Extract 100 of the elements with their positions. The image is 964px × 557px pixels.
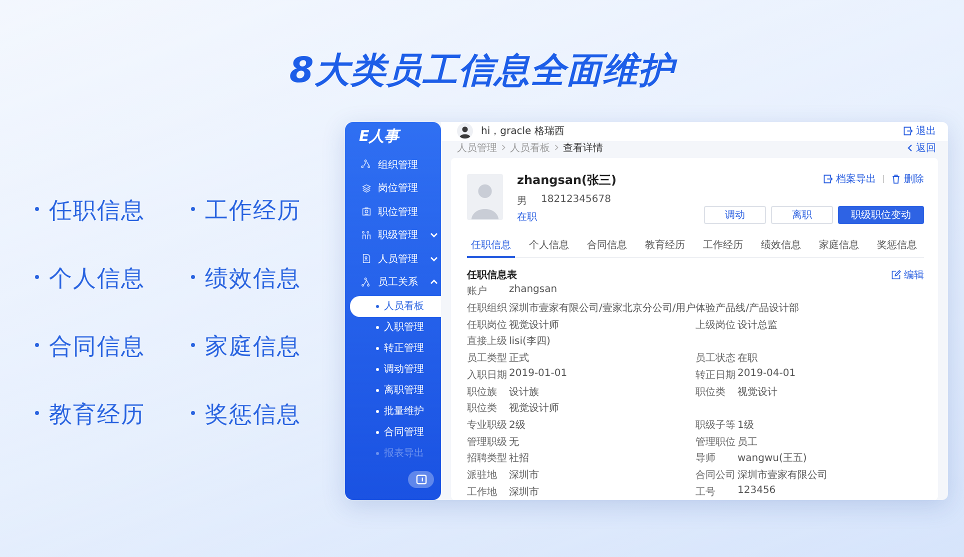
feature-item: 教育经历 [30, 398, 186, 432]
submenu-item[interactable]: 人员看板 [350, 296, 441, 317]
photo-placeholder [467, 174, 503, 220]
field-value: 2级 [509, 418, 526, 432]
action-button[interactable]: 调动 [704, 206, 766, 224]
tab[interactable]: 工作经历 [699, 236, 747, 258]
sidebar-item[interactable]: 岗位管理 [345, 176, 441, 200]
field-value: zhangsan [509, 284, 558, 298]
collapse-icon [416, 474, 426, 485]
field-value: 深圳市壹家有限公司/壹家北京分公司/用户体验产品线/产品设计部 [509, 302, 800, 316]
phone-text: 18212345678 [541, 194, 611, 208]
field-label: 员工状态 [696, 352, 736, 366]
back-icon [907, 144, 913, 152]
menu-icon [361, 159, 372, 170]
collapse-button[interactable] [408, 471, 434, 488]
field-label: 员工类型 [467, 352, 508, 366]
action-button[interactable]: 离职 [771, 206, 833, 224]
field-value: 在职 [738, 352, 758, 366]
action-link[interactable]: 档案导出 [823, 172, 876, 186]
field-value: 无 [509, 436, 519, 449]
chevron-icon [430, 254, 438, 263]
menu-icon [361, 253, 372, 264]
bullet-icon [376, 346, 379, 350]
tab[interactable]: 教育经历 [641, 236, 689, 258]
sidebar-item[interactable]: 人员管理 [345, 247, 441, 270]
feature-item: 奖惩信息 [186, 398, 342, 432]
field-label: 合同公司 [696, 468, 736, 482]
avatar-icon [457, 123, 473, 140]
employee-name: zhangsan(张三) [517, 172, 618, 190]
field-value: 设计族 [509, 386, 539, 399]
tab[interactable]: 任职信息 [467, 236, 515, 258]
chevron-icon [430, 278, 438, 286]
submenu-item[interactable]: 调动管理 [350, 359, 441, 380]
status-text: 在职 [517, 211, 538, 224]
submenu-item[interactable]: 批量维护 [350, 401, 441, 422]
field-label: 职位族 [467, 386, 498, 399]
sidebar-item[interactable]: 组织管理 [345, 153, 441, 176]
field-label: 工作地 [467, 486, 498, 499]
sidebar-item[interactable]: 职级管理 [345, 224, 441, 247]
feature-item: 任职信息 [30, 194, 186, 228]
menu-label: 职级管理 [378, 229, 418, 242]
feature-item: 合同信息 [30, 330, 186, 364]
field-value: 视觉设计师 [509, 318, 559, 332]
field-value: 1级 [738, 418, 754, 432]
menu-icon [361, 230, 372, 241]
tab[interactable]: 绩效信息 [757, 236, 805, 258]
feature-item: 绩效信息 [186, 262, 342, 296]
sidebar-item[interactable]: 职位管理 [345, 200, 441, 224]
logout-button[interactable]: 退出 [903, 124, 936, 138]
tab[interactable]: 合同信息 [583, 236, 631, 258]
feature-item: 工作经历 [186, 194, 342, 228]
submenu-item[interactable]: 入职管理 [350, 317, 441, 338]
field-value: 员工 [738, 436, 758, 449]
tab[interactable]: 家庭信息 [815, 236, 863, 258]
field-label: 管理职级 [467, 436, 508, 449]
bullet-icon [376, 368, 379, 371]
field-label: 上级岗位 [696, 318, 736, 332]
back-button[interactable]: 返回 [907, 140, 936, 155]
action-button[interactable]: 职级职位变动 [838, 206, 924, 224]
greeting-text: hi，gracle 格瑞西 [481, 124, 566, 138]
chevron-icon [430, 231, 438, 240]
field-value: 社招 [509, 452, 529, 466]
bullet-icon [376, 304, 379, 308]
field-value: lisi(李四) [509, 334, 550, 348]
submenu-item[interactable]: 合同管理 [350, 422, 441, 443]
field-label: 导师 [696, 452, 716, 466]
field-value: 深圳市 [509, 468, 539, 482]
field-label: 管理职位 [696, 436, 736, 449]
field-label: 转正日期 [696, 368, 736, 382]
field-label: 入职日期 [467, 368, 508, 382]
edit-button[interactable]: 编辑 [891, 268, 924, 282]
bullet-icon [376, 410, 379, 413]
chevron-icon [554, 144, 559, 152]
tab[interactable]: 奖惩信息 [873, 236, 921, 258]
field-value: 设计总监 [738, 318, 778, 332]
field-label: 工号 [696, 486, 716, 499]
sidebar-item[interactable]: 员工关系 [345, 270, 441, 294]
field-value: 2019-04-01 [738, 368, 796, 381]
field-label: 职级子等 [696, 418, 736, 432]
headline: 8大类员工信息全面维护 [0, 48, 964, 94]
field-label: 任职组织 [467, 302, 508, 316]
menu-icon [361, 276, 372, 288]
action-link[interactable]: 删除 [891, 172, 924, 186]
menu-label: 职位管理 [378, 206, 418, 219]
field-label: 任职岗位 [467, 318, 508, 332]
chevron-icon [501, 144, 506, 152]
feature-item: 个人信息 [30, 262, 186, 296]
field-value: wangwu(王五) [738, 452, 807, 466]
bullet-icon [376, 452, 379, 455]
field-label: 职位类 [696, 386, 726, 399]
tab[interactable]: 个人信息 [525, 236, 573, 258]
field-value: 123456 [738, 484, 776, 498]
submenu-item[interactable]: 离职管理 [350, 380, 441, 401]
app-logo: E人事 [358, 126, 402, 147]
menu-icon [361, 206, 372, 218]
field-label: 职位类 [467, 402, 498, 416]
feature-item: 家庭信息 [186, 330, 342, 364]
edit-icon [891, 270, 901, 280]
submenu-item[interactable]: 转正管理 [350, 338, 441, 359]
gender-text: 男 [517, 195, 527, 208]
